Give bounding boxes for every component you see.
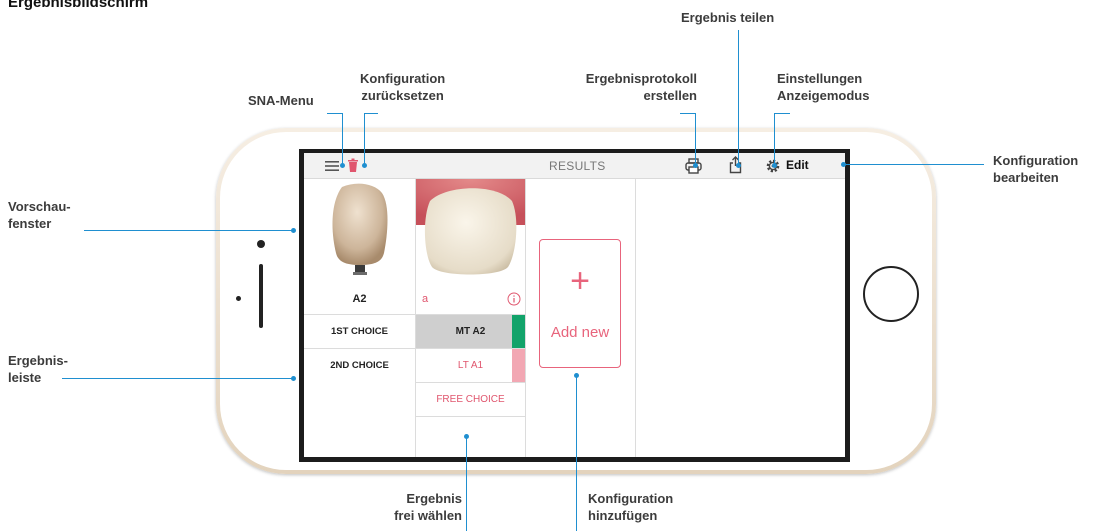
home-button[interactable] — [863, 266, 919, 322]
callout-line-zuruecksetzen-h — [364, 113, 378, 114]
annotation-text: Konfiguration — [360, 71, 446, 86]
edit-button[interactable]: Edit — [786, 158, 809, 172]
callout-line-sna-menu — [327, 113, 343, 114]
add-new-label: Add new — [550, 324, 610, 341]
annotation-text: erstellen — [643, 88, 697, 103]
sensor-dot — [236, 296, 241, 301]
tooth-photo-image — [416, 179, 525, 275]
annotation-text: leiste — [8, 370, 42, 385]
annotation-einstellungen: Einstellungen Anzeigemodus — [777, 70, 869, 104]
second-choice-swatch — [512, 349, 525, 382]
app-display: RESULTS Edit A2 1ST CHOICE 2ND CHOICE a … — [304, 153, 845, 457]
first-choice-swatch — [512, 315, 525, 348]
crown-preview-image — [332, 183, 388, 275]
annotation-konfiguration-bearbeiten: Konfiguration bearbeiten — [993, 152, 1078, 186]
info-icon[interactable] — [507, 292, 521, 306]
callout-line-sna-menu-down — [342, 113, 343, 165]
screen: RESULTS Edit A2 1ST CHOICE 2ND CHOICE a … — [299, 149, 850, 462]
second-choice-shade[interactable]: LT A1 — [416, 348, 525, 382]
speaker-slot — [259, 264, 263, 328]
callout-dot-bearbeiten — [841, 162, 846, 167]
callout-line-frei — [466, 436, 467, 531]
trash-icon[interactable] — [347, 158, 359, 173]
annotation-text: Konfiguration — [588, 491, 674, 506]
add-column: + Add new — [526, 179, 636, 457]
annotation-text: hinzufügen — [588, 508, 658, 523]
empty-result-cell — [416, 416, 525, 456]
front-camera — [257, 240, 265, 248]
callout-dot-sna-menu — [340, 163, 345, 168]
annotation-text: Ergebnis teilen — [681, 10, 775, 25]
results-title: RESULTS — [549, 159, 606, 173]
callout-line-protokoll — [695, 113, 696, 165]
callout-dot-ergebnisleiste — [291, 376, 296, 381]
annotation-text: Vorschau- — [8, 199, 71, 214]
callout-line-bearbeiten — [843, 164, 984, 165]
annotation-vorschaufenster: Vorschau- fenster — [8, 198, 71, 232]
page-title: Ergebnisbildschirm — [8, 0, 149, 11]
add-new-button[interactable]: + Add new — [539, 239, 621, 368]
annotation-ergebnisprotokoll: Ergebnisprotokoll erstellen — [555, 70, 697, 104]
callout-line-einstellungen — [774, 113, 775, 165]
annotation-text: frei wählen — [394, 508, 462, 523]
live-label: a — [422, 293, 429, 305]
second-choice-label: 2ND CHOICE — [304, 348, 415, 382]
annotation-text: fenster — [8, 216, 52, 231]
callout-dot-hinzufuegen — [574, 373, 579, 378]
top-bar: RESULTS Edit — [304, 153, 845, 179]
callout-line-ergebnisleiste — [62, 378, 293, 379]
annotation-ergebnis-teilen: Ergebnis teilen — [681, 9, 774, 26]
callout-dot-einstellungen — [772, 163, 777, 168]
annotation-text: Ergebnis — [406, 491, 462, 506]
live-preview-column: a MT A2 LT A1 FREE CHOICE — [416, 179, 526, 457]
callout-dot-ergebnis-teilen — [736, 163, 741, 168]
hamburger-menu-icon[interactable] — [325, 160, 339, 172]
annotation-text: bearbeiten — [993, 170, 1059, 185]
annotation-sna-menu: SNA-Menu — [248, 92, 314, 109]
annotation-konfiguration-zuruecksetzen: Konfiguration zurücksetzen — [360, 70, 445, 104]
first-choice-label: 1ST CHOICE — [304, 314, 415, 348]
plus-icon: + — [570, 262, 590, 300]
callout-line-zuruecksetzen — [364, 113, 365, 165]
annotation-konfiguration-hinzufuegen: Konfiguration hinzufügen — [588, 490, 673, 524]
annotation-text: Einstellungen — [777, 71, 863, 86]
callout-dot-vorschau — [291, 228, 296, 233]
annotation-text: Ergebnisprotokoll — [585, 71, 697, 86]
annotation-text: SNA-Menu — [248, 93, 314, 108]
callout-line-ergebnis-teilen — [738, 30, 739, 165]
first-choice-shade[interactable]: MT A2 — [416, 314, 525, 348]
annotation-text: Ergebnis- — [8, 353, 68, 368]
first-choice-value: MT A2 — [455, 326, 486, 337]
annotation-ergebnis-frei-waehlen: Ergebnis frei wählen — [352, 490, 462, 524]
callout-dot-frei — [464, 434, 469, 439]
free-choice-button[interactable]: FREE CHOICE — [416, 382, 525, 416]
callout-line-einstellungen-h — [774, 113, 790, 114]
callout-line-hinzufuegen — [576, 376, 577, 531]
callout-dot-protokoll — [693, 163, 698, 168]
second-choice-value: LT A1 — [457, 360, 484, 371]
annotation-text: zurücksetzen — [361, 88, 444, 103]
callout-line-vorschau — [84, 230, 293, 231]
preview-column: A2 1ST CHOICE 2ND CHOICE — [304, 179, 416, 457]
annotation-text: Konfiguration — [993, 153, 1079, 168]
callout-dot-zuruecksetzen — [362, 163, 367, 168]
annotation-ergebnisleiste: Ergebnis- leiste — [8, 352, 68, 386]
preview-shade-label: A2 — [352, 293, 367, 305]
annotation-text: Anzeigemodus — [777, 88, 870, 103]
callout-line-protokoll-h — [680, 113, 696, 114]
